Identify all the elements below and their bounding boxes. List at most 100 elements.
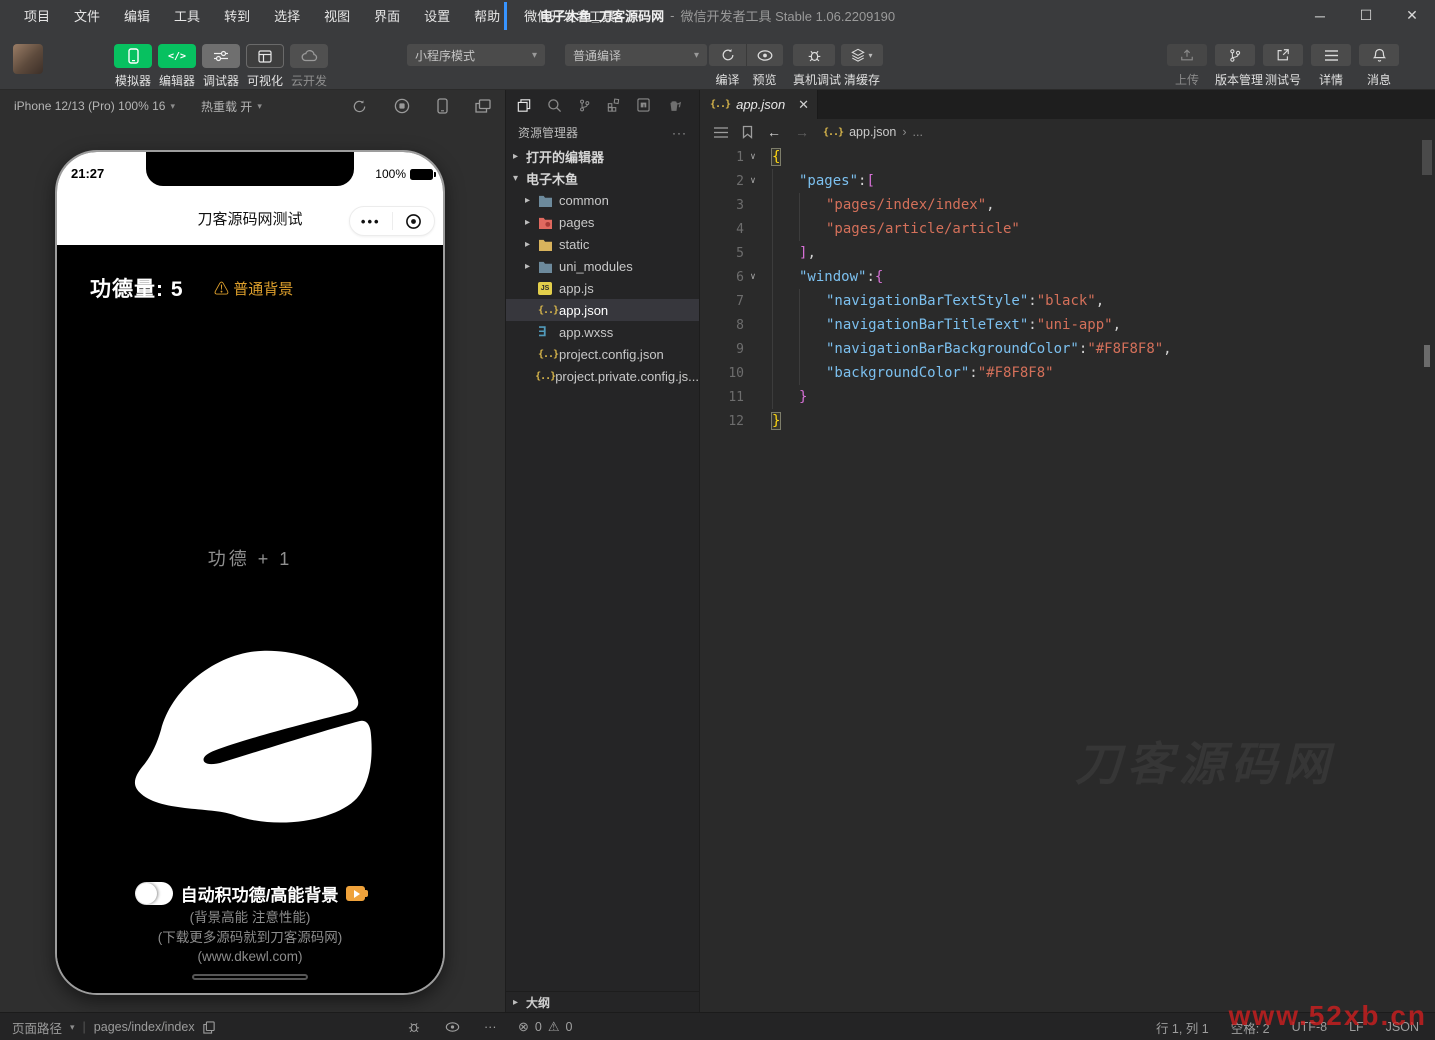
indent-guide xyxy=(799,289,826,313)
list-icon[interactable] xyxy=(714,127,728,138)
code-line[interactable]: 4"pages/article/article" xyxy=(700,217,1435,241)
outline-section[interactable]: ▸ 大纲 xyxy=(506,991,699,1012)
menu-file[interactable]: 文件 xyxy=(62,6,112,25)
restart-icon[interactable] xyxy=(352,99,367,114)
upload-button[interactable]: 上传 xyxy=(1167,44,1207,88)
encoding[interactable]: UTF-8 xyxy=(1292,1020,1327,1034)
tree-item-uni-modules[interactable]: ▸uni_modules xyxy=(506,255,699,277)
eol-setting[interactable]: LF xyxy=(1349,1020,1364,1034)
hot-reload-select[interactable]: 热重载 开 xyxy=(201,98,252,115)
tree-item-app-json[interactable]: {..}app.json xyxy=(506,299,699,321)
code-line[interactable]: 7"navigationBarTextStyle": "black", xyxy=(700,289,1435,313)
copy-icon[interactable] xyxy=(203,1021,215,1034)
extensions-icon[interactable] xyxy=(607,98,621,112)
maximize-button[interactable]: ☐ xyxy=(1343,0,1389,31)
cloud-dev-toggle[interactable]: 云开发 xyxy=(290,44,328,89)
tree-item-project-config-json[interactable]: {..}project.config.json xyxy=(506,343,699,365)
tab-app-json[interactable]: {..} app.json ✕ xyxy=(700,90,818,119)
code-line[interactable]: 10"backgroundColor": "#F8F8F8" xyxy=(700,361,1435,385)
forward-icon[interactable]: → xyxy=(795,124,809,140)
cursor-position[interactable]: 行 1, 列 1 xyxy=(1156,1018,1209,1037)
version-manage-button[interactable]: 版本管理 xyxy=(1215,44,1255,88)
preview-button[interactable] xyxy=(746,44,783,66)
close-tab-icon[interactable]: ✕ xyxy=(798,97,809,113)
mode-select[interactable]: 小程序模式 ▾ xyxy=(407,44,545,66)
auto-merit-toggle[interactable] xyxy=(135,882,173,905)
menu-settings[interactable]: 设置 xyxy=(412,6,462,25)
back-icon[interactable]: ← xyxy=(767,124,781,140)
target-icon[interactable] xyxy=(393,213,435,230)
more-dots-icon[interactable]: ••• xyxy=(350,214,392,229)
code-line[interactable]: 6∨"window": { xyxy=(700,265,1435,289)
tree-item-common[interactable]: ▸common xyxy=(506,189,699,211)
more-icon[interactable]: ··· xyxy=(484,1020,497,1034)
project-root[interactable]: ▾ 电子木鱼 xyxy=(506,167,699,189)
code-line[interactable]: 8"navigationBarTitleText": "uni-app", xyxy=(700,313,1435,337)
compile-mode-select[interactable]: 普通编译 ▾ xyxy=(565,44,707,66)
code-line[interactable]: 1∨{ xyxy=(700,145,1435,169)
files-icon[interactable] xyxy=(517,98,531,113)
messages-button[interactable]: 消息 xyxy=(1359,44,1399,88)
code-line[interactable]: 3"pages/index/index", xyxy=(700,193,1435,217)
device-debug-button[interactable] xyxy=(793,44,835,66)
menu-interface[interactable]: 界面 xyxy=(362,6,412,25)
tree-item-pages[interactable]: ▸pages xyxy=(506,211,699,233)
preview-eye-icon[interactable] xyxy=(445,1022,460,1032)
wooden-fish[interactable] xyxy=(113,637,391,845)
tree-item-app-wxss[interactable]: ∃app.wxss xyxy=(506,321,699,343)
more-actions-icon[interactable]: ··· xyxy=(672,126,687,140)
code-line[interactable]: 9"navigationBarBackgroundColor": "#F8F8F… xyxy=(700,337,1435,361)
tree-item-static[interactable]: ▸static xyxy=(506,233,699,255)
menu-edit[interactable]: 编辑 xyxy=(112,6,162,25)
fold-icon[interactable]: ∨ xyxy=(746,152,760,162)
indent-setting[interactable]: 空格: 2 xyxy=(1231,1018,1270,1037)
visual-toggle[interactable]: 可视化 xyxy=(246,44,284,89)
fold-icon[interactable]: ∨ xyxy=(746,176,760,186)
test-account-button[interactable]: 测试号 xyxy=(1263,44,1303,88)
device-frame-icon[interactable] xyxy=(437,98,448,114)
breadcrumb-bar: ← → {..} app.json › ... xyxy=(700,119,1435,145)
menu-view[interactable]: 视图 xyxy=(312,6,362,25)
code-editor[interactable]: 1∨{2∨"pages": [3"pages/index/index",4"pa… xyxy=(700,145,1435,433)
capsule-button[interactable]: ••• xyxy=(349,206,435,236)
code-line[interactable]: 11} xyxy=(700,385,1435,409)
menu-select[interactable]: 选择 xyxy=(262,6,312,25)
device-select[interactable]: iPhone 12/13 (Pro) 100% 16 xyxy=(14,99,165,113)
indent-guide xyxy=(772,289,799,313)
bookmark-icon[interactable] xyxy=(742,125,753,139)
npm-file-icon[interactable] xyxy=(637,98,650,112)
teapot-icon[interactable] xyxy=(666,99,682,112)
debugger-toggle[interactable]: 调试器 xyxy=(202,44,240,89)
background-warning-badge[interactable]: ⚠ 普通背景 xyxy=(214,278,293,299)
fold-icon[interactable]: ∨ xyxy=(746,272,760,282)
git-icon[interactable] xyxy=(578,98,591,113)
minimize-button[interactable]: ─ xyxy=(1297,0,1343,31)
tree-item-app-js[interactable]: JSapp.js xyxy=(506,277,699,299)
stop-record-icon[interactable] xyxy=(394,98,410,114)
indent-guide xyxy=(772,361,799,385)
avatar[interactable] xyxy=(13,44,43,74)
code-line[interactable]: 5], xyxy=(700,241,1435,265)
breadcrumb[interactable]: {..} app.json › ... xyxy=(823,125,923,139)
tree-item-project-private-config-js-[interactable]: {..}project.private.config.js... xyxy=(506,365,699,387)
code-line[interactable]: 2∨"pages": [ xyxy=(700,169,1435,193)
search-icon[interactable] xyxy=(547,98,562,113)
menu-goto[interactable]: 转到 xyxy=(212,6,262,25)
page-path-select[interactable]: 页面路径 xyxy=(12,1018,62,1037)
compile-button[interactable] xyxy=(709,44,746,66)
details-button[interactable]: 详情 xyxy=(1311,44,1351,88)
menu-project[interactable]: 项目 xyxy=(12,6,62,25)
open-editors-section[interactable]: ▸ 打开的编辑器 xyxy=(506,145,699,167)
problems-indicator[interactable]: ⊗ 0 ⚠ 0 xyxy=(518,1013,572,1040)
editor-toggle[interactable]: </> 编辑器 xyxy=(158,44,196,89)
cascade-windows-icon[interactable] xyxy=(475,99,491,113)
clear-cache-button[interactable]: ▾ xyxy=(841,44,883,66)
vconsole-icon[interactable] xyxy=(407,1020,421,1034)
scrollbar-thumb[interactable] xyxy=(1422,140,1432,175)
panel-resize-handle[interactable] xyxy=(504,2,507,30)
close-button[interactable]: ✕ xyxy=(1389,0,1435,31)
menu-tools[interactable]: 工具 xyxy=(162,6,212,25)
simulator-toggle[interactable]: 模拟器 xyxy=(114,44,152,89)
code-line[interactable]: 12} xyxy=(700,409,1435,433)
language-mode[interactable]: JSON xyxy=(1386,1020,1419,1034)
